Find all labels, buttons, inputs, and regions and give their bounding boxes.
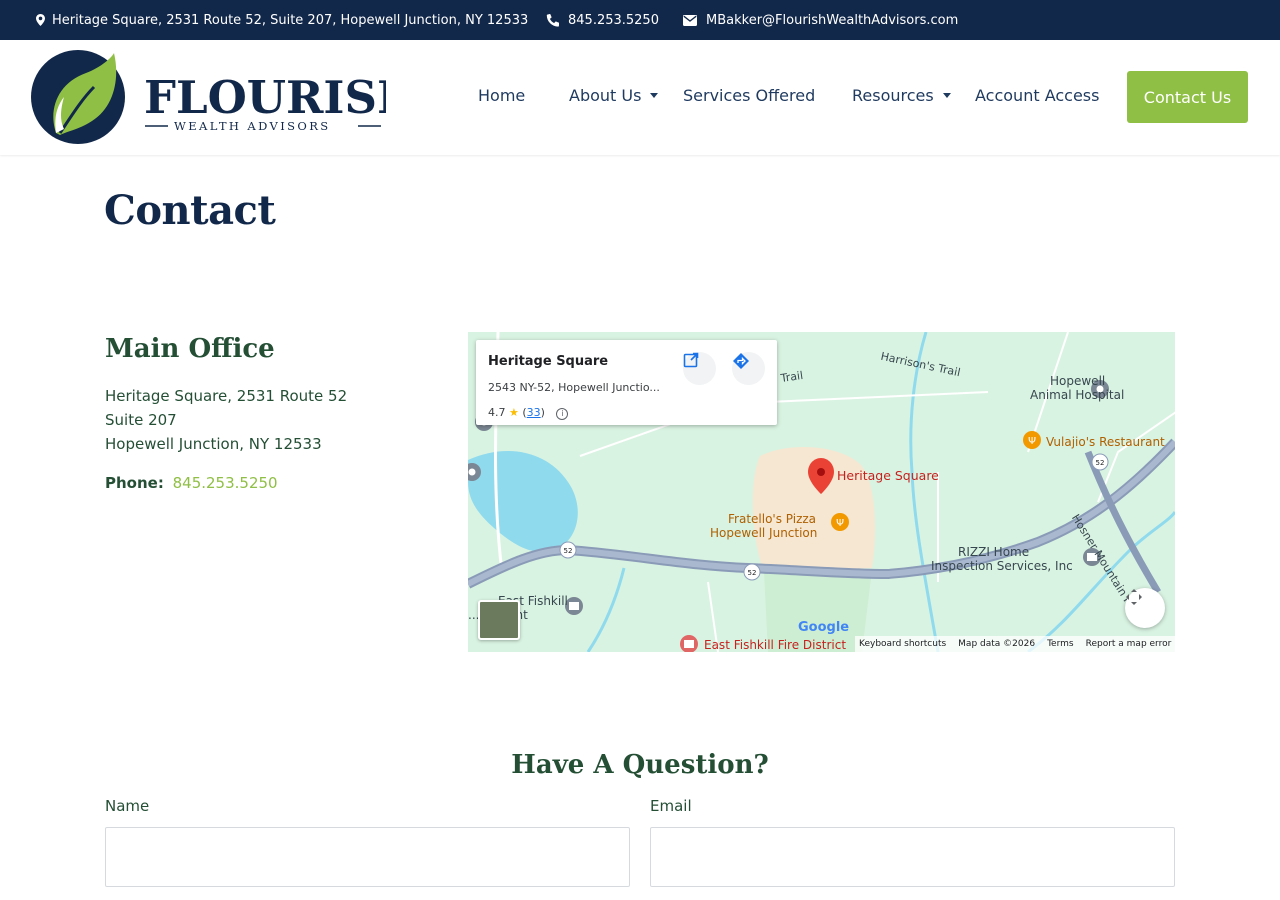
caret-down-icon	[650, 93, 659, 98]
map-card-name[interactable]: Heritage Square	[488, 354, 608, 369]
directions-icon	[733, 353, 749, 369]
external-link-icon	[683, 352, 699, 368]
map-label-vulajios[interactable]: Vulajio's Restaurant	[1046, 435, 1165, 449]
map-label-fratellos[interactable]: Fratello's Pizza	[728, 512, 816, 526]
topbar-phone[interactable]: 845.253.5250	[546, 0, 659, 40]
map-card-rating: 4.7 ★ (33) i	[488, 406, 569, 420]
map-label-hopewell[interactable]: Hopewell	[1050, 374, 1105, 388]
site-header: FLOURISH WEALTH ADVISORS Home About Us S…	[0, 40, 1280, 155]
nav-home[interactable]: Home	[478, 86, 525, 105]
report-map-error-link[interactable]: Report a map error	[1086, 639, 1172, 649]
nav-home-label: Home	[478, 86, 526, 105]
svg-text:52: 52	[1096, 459, 1105, 467]
map-satellite-toggle[interactable]	[478, 600, 520, 640]
email-label: Email	[650, 797, 692, 815]
route-52-shield-icon: 52	[1091, 453, 1109, 471]
map-label-inspection-services[interactable]: Inspection Services, Inc	[931, 559, 1073, 573]
office-address-line-1: Heritage Square, 2531 Route 52	[105, 387, 348, 405]
topbar-address-text: Heritage Square, 2531 Route 52, Suite 20…	[52, 12, 529, 28]
office-phone-link[interactable]: 845.253.5250	[173, 474, 278, 492]
map-card-rating-value: 4.7	[488, 406, 506, 419]
map-label-rizzi[interactable]: RIZZI Home	[958, 545, 1029, 559]
page-title: Contact	[104, 187, 276, 234]
envelope-icon	[683, 14, 697, 26]
topbar-address[interactable]: Heritage Square, 2531 Route 52, Suite 20…	[36, 0, 528, 40]
map-label-fire-district[interactable]: East Fishkill Fire District	[704, 638, 846, 652]
email-input[interactable]	[650, 827, 1175, 887]
topbar-phone-text: 845.253.5250	[568, 12, 659, 28]
svg-text:52: 52	[748, 569, 757, 577]
google-map[interactable]: 52 52 52 Ψ Ψ Google Heritage Square Frat…	[468, 332, 1175, 652]
contact-us-button[interactable]: Contact Us	[1127, 71, 1248, 123]
topbar-email[interactable]: MBakker@FlourishWealthAdvisors.com	[683, 0, 958, 40]
open-in-maps-button[interactable]	[683, 352, 716, 385]
nav-about-us[interactable]: About Us	[569, 86, 659, 105]
top-contact-bar: Heritage Square, 2531 Route 52, Suite 20…	[0, 0, 1280, 40]
directions-button[interactable]	[732, 352, 765, 385]
office-address-line-2: Suite 207	[105, 411, 177, 429]
nav-services-label: Services Offered	[683, 86, 816, 105]
map-card-review-count[interactable]: 33	[527, 406, 541, 419]
star-icon: ★	[509, 406, 519, 419]
svg-text:52: 52	[564, 547, 573, 555]
office-phone: Phone: 845.253.5250	[105, 474, 278, 492]
nav-account-access[interactable]: Account Access	[975, 86, 1099, 105]
map-label-hopewell-junction[interactable]: Hopewell Junction	[710, 526, 817, 540]
flourish-logo[interactable]: FLOURISH WEALTH ADVISORS	[30, 49, 386, 147]
route-52-shield-icon: 52	[559, 541, 577, 559]
brand-tagline-text: WEALTH ADVISORS	[174, 119, 331, 133]
map-label-animal-hospital[interactable]: Animal Hospital	[1030, 388, 1124, 402]
nav-resources[interactable]: Resources	[852, 86, 951, 105]
restaurant-marker-icon[interactable]: Ψ	[831, 513, 849, 531]
topbar-email-text: MBakker@FlourishWealthAdvisors.com	[706, 12, 959, 28]
nav-resources-label: Resources	[852, 86, 934, 105]
name-label: Name	[105, 797, 150, 815]
office-title: Main Office	[105, 334, 275, 364]
map-pin-icon	[36, 14, 45, 26]
google-logo: Google	[798, 620, 849, 635]
phone-icon	[546, 13, 559, 27]
form-heading: Have A Question?	[511, 750, 769, 780]
map-place-card: Heritage Square 2543 NY-52, Hopewell Jun…	[476, 340, 777, 425]
map-footer: Keyboard shortcuts Map data ©2026 Terms …	[855, 636, 1175, 652]
map-data-text: Map data ©2026	[958, 639, 1036, 649]
map-label-heritage-square[interactable]: Heritage Square	[837, 468, 939, 483]
nav-account-access-label: Account Access	[975, 86, 1100, 105]
svg-text:Ψ: Ψ	[1028, 436, 1036, 447]
fullscreen-icon	[1126, 589, 1142, 605]
svg-text:Ψ: Ψ	[836, 518, 844, 529]
contact-us-label: Contact Us	[1143, 87, 1232, 107]
keyboard-shortcuts-link[interactable]: Keyboard shortcuts	[859, 639, 946, 649]
brand-name-text: FLOURISH	[144, 71, 386, 124]
route-52-shield-icon: 52	[743, 563, 761, 581]
caret-down-icon	[942, 93, 951, 98]
office-phone-label: Phone:	[105, 474, 164, 492]
info-icon[interactable]: i	[556, 408, 569, 420]
office-address-line-3: Hopewell Junction, NY 12533	[105, 435, 322, 453]
nav-services-offered[interactable]: Services Offered	[683, 86, 815, 105]
map-fullscreen-button[interactable]	[1125, 588, 1165, 628]
terms-link[interactable]: Terms	[1047, 639, 1074, 649]
map-card-address: 2543 NY-52, Hopewell Junctio...	[488, 381, 660, 394]
name-input[interactable]	[105, 827, 630, 887]
restaurant-marker-icon[interactable]: Ψ	[1023, 431, 1041, 449]
nav-about-us-label: About Us	[569, 86, 642, 105]
